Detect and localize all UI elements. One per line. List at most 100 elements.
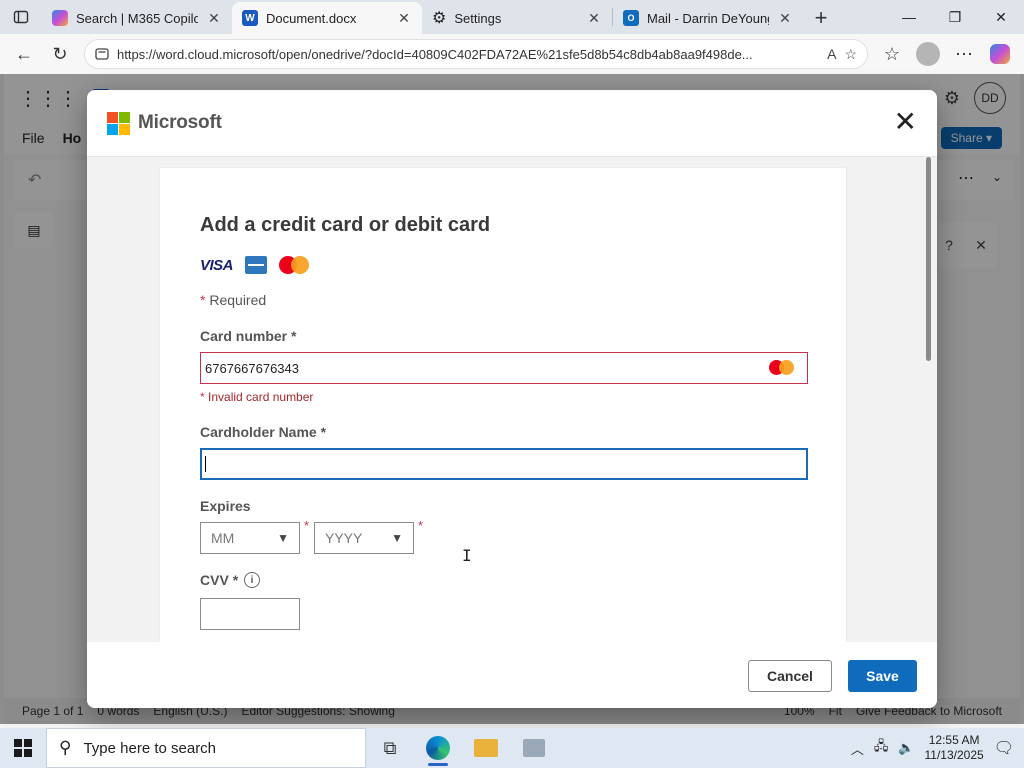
form-title: Add a credit card or debit card: [200, 214, 491, 236]
card-form: Add a credit card or debit card VISA * R…: [159, 167, 847, 643]
close-window-icon[interactable]: ✕: [978, 0, 1024, 34]
folder-icon: [474, 739, 498, 757]
read-aloud-icon[interactable]: A: [827, 46, 836, 62]
close-tab-icon[interactable]: ✕: [586, 10, 602, 27]
windows-logo-icon: [14, 739, 32, 757]
copilot-button[interactable]: [984, 38, 1016, 70]
browser-tab-strip: Search | M365 Copilot ✕ W Document.docx …: [0, 0, 1024, 34]
favorites-button[interactable]: ☆: [876, 38, 908, 70]
card-number-label: Card number *: [200, 328, 296, 344]
minimize-icon[interactable]: —: [886, 0, 932, 34]
edge-taskbar-button[interactable]: [414, 728, 462, 768]
tab-title: Document.docx: [266, 10, 357, 26]
error-star: *: [200, 390, 205, 404]
search-icon: ⚲: [59, 738, 72, 757]
search-placeholder: Type here to search: [83, 739, 217, 757]
tab-settings[interactable]: ⚙ Settings ✕: [422, 2, 612, 34]
favorite-star-icon[interactable]: ☆: [844, 46, 857, 63]
mastercard-logo-icon: [279, 256, 310, 274]
cardholder-label: Cardholder Name *: [200, 424, 326, 440]
clock-time: 12:55 AM: [928, 733, 980, 747]
add-card-dialog: Microsoft ✕ Add a credit card or debit c…: [87, 90, 937, 708]
required-note: * Required: [200, 292, 266, 308]
refresh-button[interactable]: ↻: [44, 38, 76, 70]
network-app-icon: [523, 739, 545, 757]
ellipsis-icon: ⋯: [955, 43, 973, 64]
close-tab-icon[interactable]: ✕: [396, 10, 412, 27]
address-bar[interactable]: https://word.cloud.microsoft/open/onedri…: [84, 39, 868, 69]
microsoft-brand: Microsoft: [138, 112, 222, 133]
tab-title: Search | M365 Copilot: [76, 10, 198, 26]
expires-label: Expires: [200, 498, 251, 514]
required-star: *: [320, 424, 327, 440]
dialog-scrollbar[interactable]: [926, 157, 931, 361]
card-number-label-text: Card number: [200, 328, 288, 344]
cvv-info-icon[interactable]: i: [244, 572, 260, 588]
tab-title: Mail - Darrin DeYoung -: [647, 10, 769, 26]
card-number-input[interactable]: 6767667676343: [200, 352, 808, 384]
tab-m365-copilot[interactable]: Search | M365 Copilot ✕: [42, 2, 232, 34]
year-placeholder: YYYY: [325, 530, 363, 546]
site-info-icon[interactable]: [95, 47, 109, 61]
required-text: Required: [209, 292, 267, 308]
network-icon[interactable]: 🖧: [874, 737, 889, 759]
mastercard-detected-icon: [769, 360, 795, 376]
close-tab-icon[interactable]: ✕: [777, 10, 793, 27]
required-star: *: [232, 572, 239, 588]
notifications-icon[interactable]: 🗨: [994, 738, 1014, 758]
favorites-icon: ☆: [883, 43, 901, 64]
outlook-icon: O: [623, 10, 639, 26]
expiry-year-select[interactable]: YYYY ▼: [314, 522, 414, 554]
window-controls: — ❐ ✕: [886, 0, 1024, 34]
start-button[interactable]: [0, 728, 46, 768]
word-icon: W: [242, 10, 258, 26]
expiry-month-select[interactable]: MM ▼: [200, 522, 300, 554]
clock[interactable]: 12:55 AM 11/13/2025: [925, 733, 984, 763]
system-tray: ︿ 🖧 🔈 12:55 AM 11/13/2025 🗨: [851, 733, 1024, 763]
tab-mail[interactable]: O Mail - Darrin DeYoung - ✕: [613, 2, 803, 34]
profile-button[interactable]: [912, 38, 944, 70]
dialog-body: Add a credit card or debit card VISA * R…: [87, 156, 937, 643]
cancel-button[interactable]: Cancel: [748, 660, 832, 692]
dialog-header: Microsoft ✕: [87, 90, 937, 156]
cvv-label-text: CVV: [200, 572, 229, 588]
required-star: *: [200, 292, 206, 308]
card-number-value: 6767667676343: [205, 360, 299, 376]
tab-title: Settings: [454, 10, 502, 26]
close-tab-icon[interactable]: ✕: [206, 10, 222, 27]
cvv-label: CVV *: [200, 572, 238, 588]
save-button[interactable]: Save: [848, 660, 917, 692]
chevron-down-icon: ▼: [391, 531, 403, 545]
mouse-ibeam-cursor-icon: I: [462, 546, 472, 565]
task-view-button[interactable]: ⧉: [366, 728, 414, 768]
restore-icon[interactable]: ❐: [932, 0, 978, 34]
volume-icon[interactable]: 🔈: [898, 740, 914, 756]
tab-document[interactable]: W Document.docx ✕: [232, 2, 422, 34]
microsoft-logo-icon: [107, 111, 130, 135]
tab-actions-icon: [13, 10, 29, 24]
cardholder-name-input[interactable]: [200, 448, 808, 480]
browser-toolbar: ← ↻ https://word.cloud.microsoft/open/on…: [0, 34, 1024, 74]
card-number-error-text: Invalid card number: [208, 390, 314, 404]
clock-date: 11/13/2025: [924, 748, 984, 762]
gear-icon: ⚙: [432, 10, 447, 27]
edge-icon: [426, 736, 450, 760]
back-button[interactable]: ←: [8, 38, 40, 70]
card-number-error: * Invalid card number: [200, 390, 313, 404]
tab-actions-button[interactable]: [0, 0, 42, 34]
file-explorer-button[interactable]: [462, 728, 510, 768]
copilot-icon: [52, 10, 68, 26]
accepted-cards: VISA: [200, 256, 310, 274]
network-app-button[interactable]: [510, 728, 558, 768]
text-caret: [205, 456, 206, 472]
close-dialog-button[interactable]: ✕: [894, 108, 917, 136]
new-tab-button[interactable]: +: [803, 2, 839, 34]
month-placeholder: MM: [211, 530, 235, 546]
back-arrow-icon: ←: [15, 43, 33, 64]
more-menu-button[interactable]: ⋯: [948, 38, 980, 70]
cvv-input[interactable]: [200, 598, 300, 630]
url-text[interactable]: https://word.cloud.microsoft/open/onedri…: [117, 47, 819, 62]
chevron-down-icon: ▼: [277, 531, 289, 545]
show-hidden-icons-icon[interactable]: ︿: [851, 739, 864, 758]
taskbar-search[interactable]: ⚲ Type here to search: [46, 728, 366, 768]
